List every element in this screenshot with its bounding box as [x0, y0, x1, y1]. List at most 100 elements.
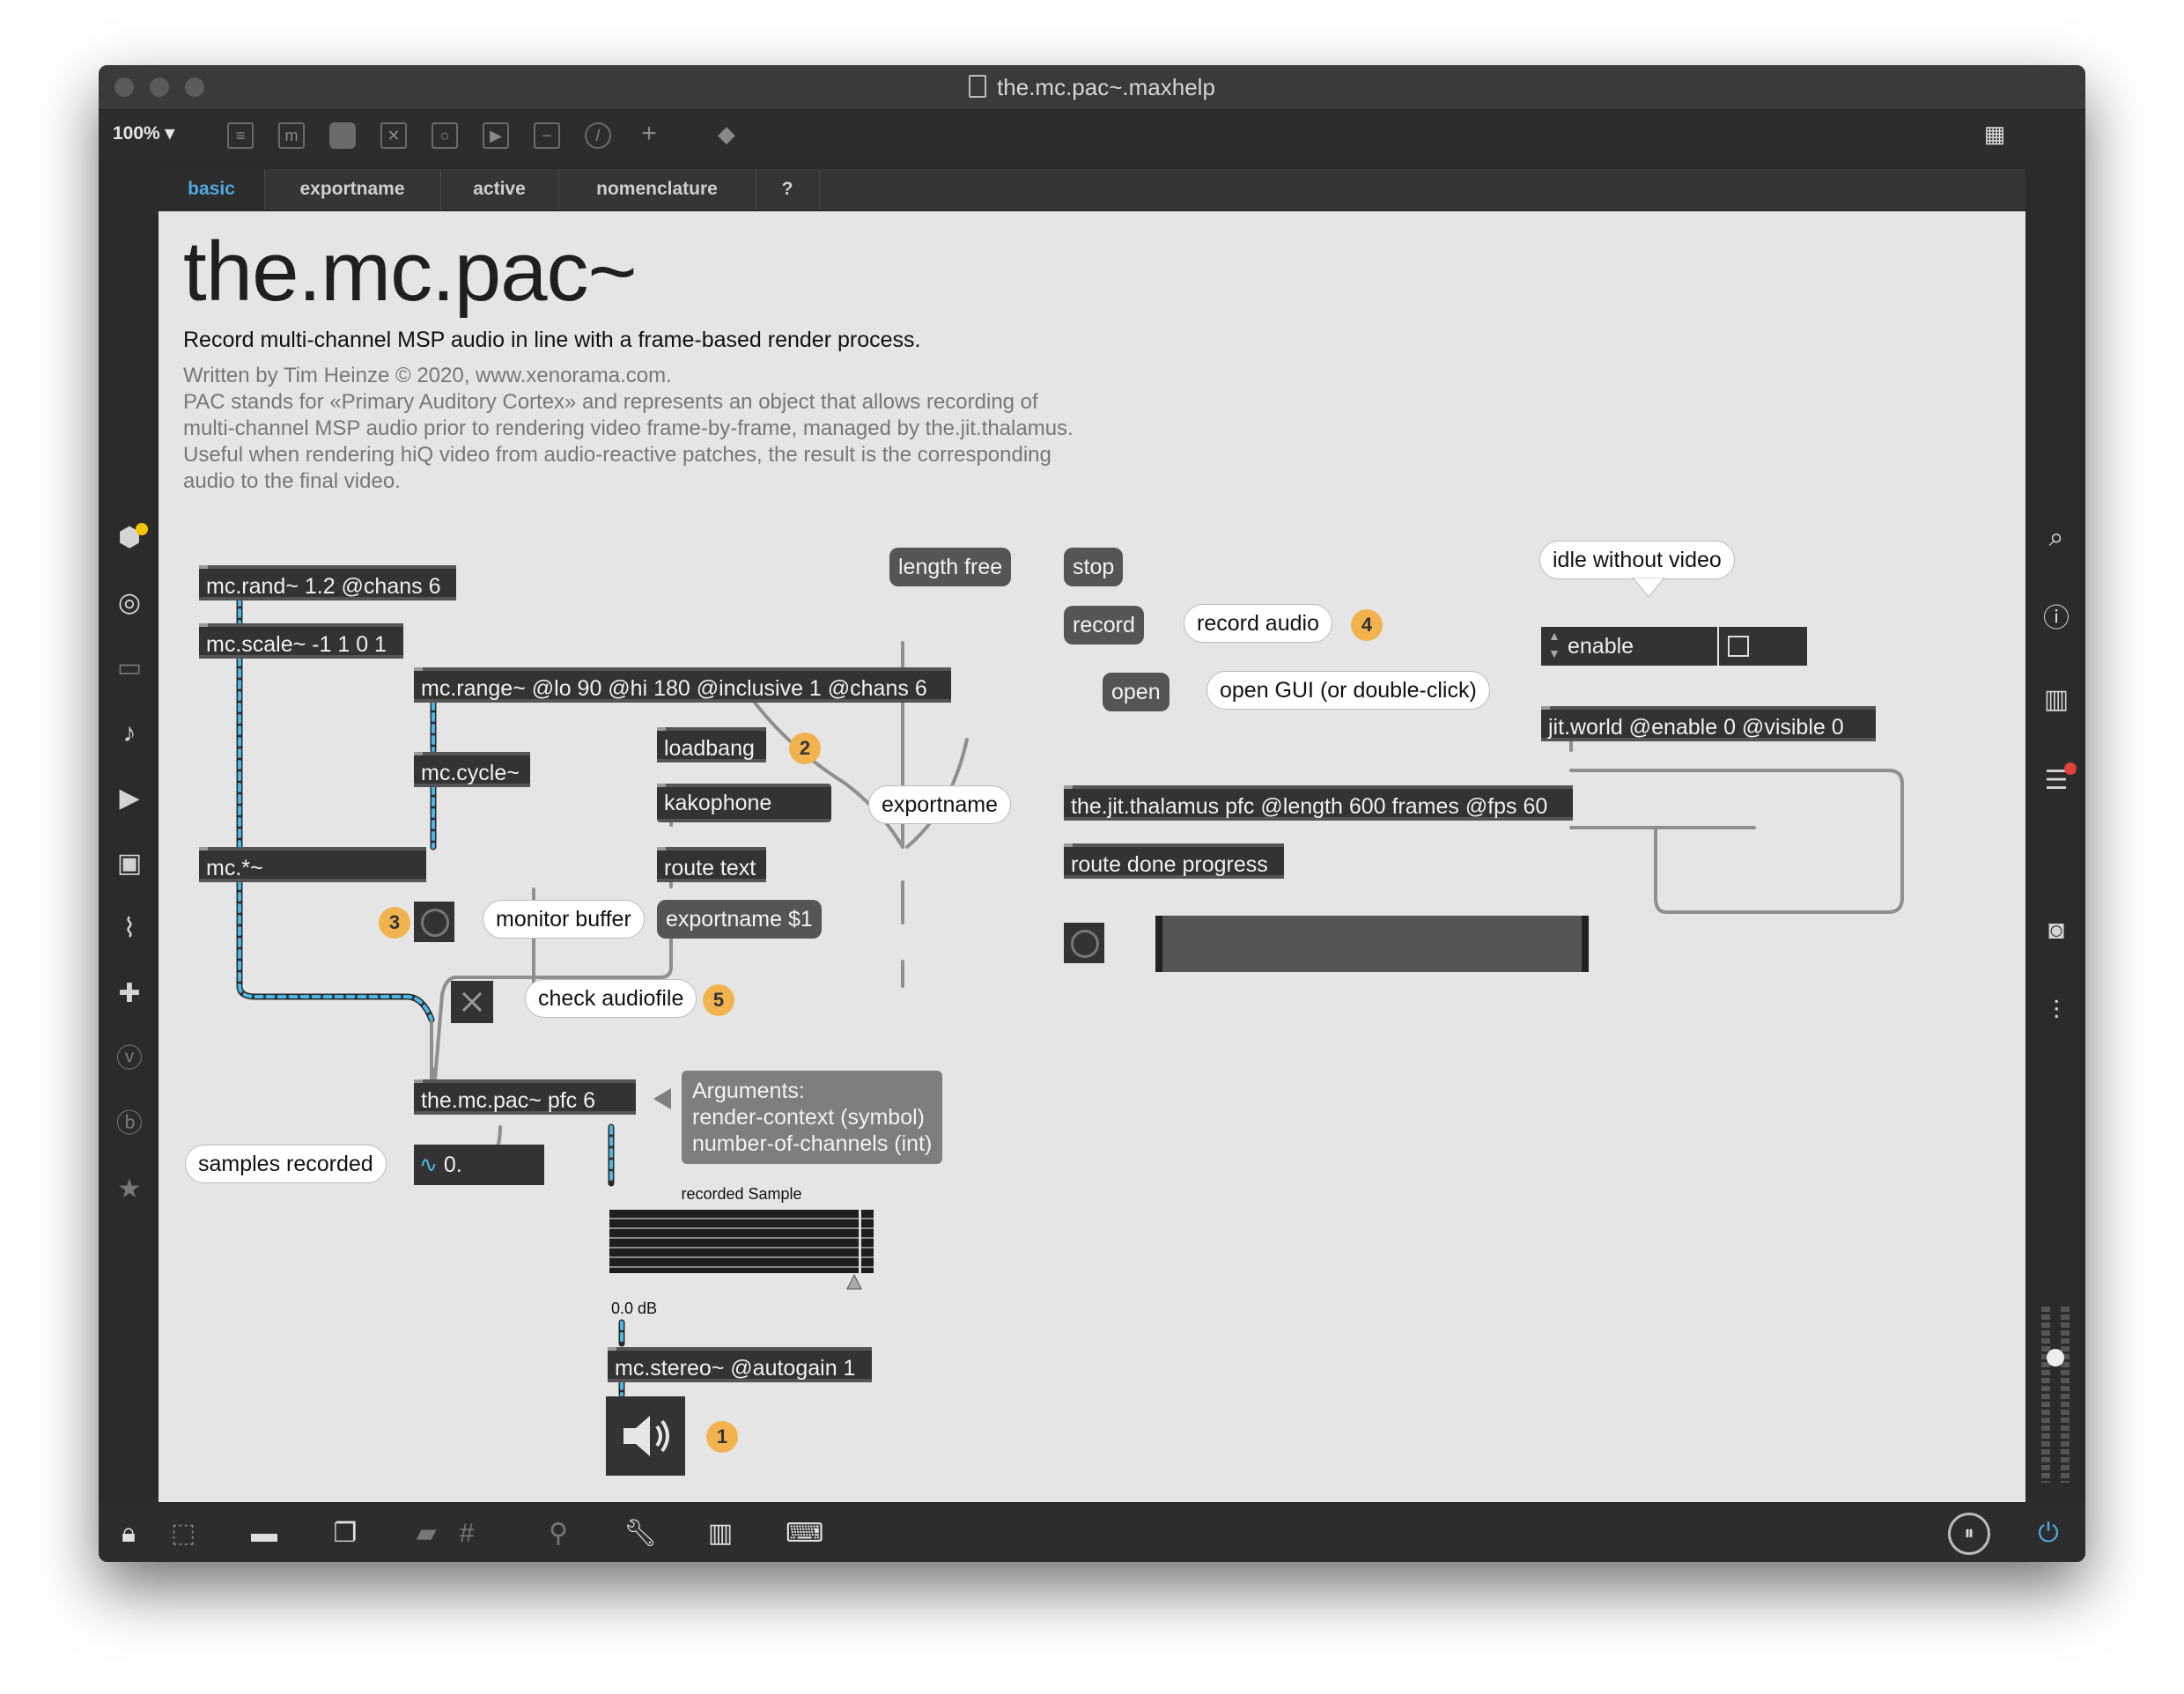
exportname-comment: exportname — [868, 785, 1012, 824]
mc-stereo-object[interactable]: mc.stereo~ @autogain 1 — [608, 1347, 872, 1382]
document-icon — [969, 75, 987, 98]
new-message-icon[interactable]: m — [278, 122, 305, 149]
loadbang-object[interactable]: loadbang — [657, 727, 766, 762]
play-media-icon[interactable]: ▶ — [114, 784, 144, 814]
tab-exportname[interactable]: exportname — [264, 169, 441, 210]
check-audiofile-comment: check audiofile — [525, 979, 697, 1018]
keyboard-icon[interactable]: ⌨ — [786, 1518, 823, 1550]
tab-basic[interactable]: basic — [159, 169, 265, 210]
info-icon[interactable]: ⓘ — [2041, 604, 2071, 634]
wrench-icon[interactable]: 🔧︎ — [623, 1518, 657, 1550]
mc-rand-object[interactable]: mc.rand~ 1.2 @chans 6 — [199, 565, 456, 600]
dial-object-icon[interactable]: / — [585, 122, 611, 149]
bang-circle-icon — [421, 909, 449, 937]
monitor-buffer-bang[interactable] — [414, 902, 454, 942]
signal-wave-icon: ∿ — [419, 1153, 444, 1177]
bottom-toolbar: 🔒︎ ⬚ ▬ ❐ ▰ # ⚲ 🔧︎ ▥ ⌨ ⏸ ⏻ — [99, 1502, 2085, 1562]
paint-bucket-icon[interactable]: ◆ — [713, 122, 740, 149]
snap-icon[interactable]: ⚲ — [542, 1518, 574, 1550]
toolbar: 100% ▾ ≡ m ✕ ○ ▶ − / + ◆ ▦ — [99, 110, 2085, 159]
samples-number-box[interactable]: ∿ 0. — [414, 1145, 544, 1185]
piano-icon[interactable]: ▥ — [705, 1518, 736, 1550]
cpu-meter-icon[interactable]: ⏸ — [1948, 1513, 1990, 1555]
ezdac-button[interactable] — [606, 1396, 685, 1476]
vizzie-icon[interactable]: ⓥ — [114, 1044, 144, 1074]
notification-dot — [136, 523, 148, 535]
image-icon[interactable]: ▣ — [114, 849, 144, 879]
dsp-power-icon[interactable]: ⏻ — [2033, 1518, 2064, 1550]
zoom-menu[interactable]: 100% ▾ — [113, 122, 174, 144]
exportname-message[interactable]: exportname $1 — [657, 900, 822, 939]
mc-multiply-object[interactable]: mc.*~ — [199, 847, 426, 882]
grid-view-icon[interactable]: ▦ — [1981, 122, 2008, 149]
mc-pac-object[interactable]: the.mc.pac~ pfc 6 — [414, 1079, 636, 1115]
route-text-object[interactable]: route text — [657, 847, 766, 882]
mc-scale-object[interactable]: mc.scale~ -1 1 0 1 — [199, 623, 403, 659]
console-alert-dot — [2064, 762, 2077, 775]
button-object-icon[interactable]: ✕ — [380, 122, 407, 149]
music-note-icon[interactable]: ♪ — [114, 718, 144, 748]
checkbox-icon — [1728, 636, 1749, 657]
open-message[interactable]: open — [1103, 673, 1169, 711]
windows-icon[interactable]: ❐ — [329, 1518, 361, 1550]
new-comment-icon[interactable] — [329, 122, 356, 149]
mc-range-object[interactable]: mc.range~ @lo 90 @hi 180 @inclusive 1 @c… — [414, 667, 951, 703]
route-done-progress-object[interactable]: route done progress — [1064, 843, 1284, 879]
progress-slider[interactable] — [1155, 916, 1589, 972]
target-icon[interactable]: ◎ — [114, 588, 144, 618]
arguments-heading: Arguments: — [692, 1079, 805, 1103]
cross-icon — [461, 991, 483, 1013]
presentation-select-icon[interactable]: ⬚ — [167, 1518, 199, 1550]
reference-book-icon[interactable]: ▥ — [2041, 685, 2071, 715]
volume-knob[interactable] — [2047, 1349, 2064, 1366]
grid-icon[interactable]: # — [451, 1518, 483, 1550]
stop-message[interactable]: stop — [1064, 548, 1124, 586]
tab-help[interactable]: ? — [756, 169, 820, 210]
title-bar: the.mc.pac~.maxhelp — [99, 65, 2085, 110]
done-bang[interactable] — [1064, 923, 1104, 963]
film-icon[interactable]: ▭ — [114, 653, 144, 683]
search-icon[interactable]: ⌕ — [2041, 523, 2071, 553]
kakophone-textedit[interactable]: kakophone — [657, 784, 831, 822]
plugin-icon[interactable]: ✚ — [114, 979, 144, 1009]
arguments-note: Arguments: render-context (symbol) numbe… — [682, 1071, 943, 1164]
thalamus-object[interactable]: the.jit.thalamus pfc @length 600 frames … — [1064, 785, 1573, 821]
toggle-object-icon[interactable]: ○ — [432, 122, 458, 149]
camera-icon[interactable]: ◙ — [2041, 916, 2071, 946]
step-badge-4: 4 — [1351, 609, 1383, 641]
window-title: the.mc.pac~.maxhelp — [99, 74, 2085, 101]
record-audio-comment: record audio — [1184, 604, 1332, 643]
length-free-message[interactable]: length free — [889, 548, 1012, 586]
meter-left — [2041, 1307, 2050, 1483]
jit-world-object[interactable]: jit.world @enable 0 @visible 0 — [1541, 706, 1876, 741]
gain-handle-icon[interactable] — [845, 1273, 863, 1291]
patch-canvas[interactable]: the.mc.pac~ Record multi-channel MSP aud… — [159, 211, 2025, 1502]
tab-active[interactable]: active — [440, 169, 559, 210]
mc-cycle-object[interactable]: mc.cycle~ — [414, 752, 530, 787]
lock-icon[interactable]: 🔒︎ — [113, 1518, 144, 1550]
enable-attrui[interactable]: ▲ ▼ enable — [1541, 627, 1717, 666]
hide-icon[interactable]: ▰ — [410, 1518, 442, 1550]
presentation-mode-icon[interactable]: ▬ — [248, 1518, 280, 1550]
new-object-icon[interactable]: ≡ — [227, 122, 254, 149]
media-object-icon[interactable]: ▶ — [483, 122, 509, 149]
add-object-icon[interactable]: + — [636, 121, 662, 149]
recorded-sample-waveform[interactable] — [609, 1210, 874, 1273]
tab-nomenclature[interactable]: nomenclature — [558, 169, 756, 210]
check-audiofile-button[interactable] — [451, 981, 493, 1023]
idle-without-video-comment: idle without video — [1539, 541, 1735, 579]
monitor-buffer-comment: monitor buffer — [483, 900, 645, 939]
beap-icon[interactable]: ⓑ — [114, 1109, 144, 1139]
paperclip-icon[interactable]: ⌇ — [114, 914, 144, 944]
left-sidebar: ⬢ ◎ ▭ ♪ ▶ ▣ ⌇ ✚ ⓥ ⓑ ★ — [99, 523, 159, 1227]
gain-label: 0.0 dB — [611, 1300, 658, 1317]
slider-object-icon[interactable]: − — [534, 122, 560, 149]
mixer-icon[interactable]: ⫶ — [2041, 997, 2071, 1027]
enable-checkbox[interactable] — [1719, 627, 1807, 666]
speaker-icon — [623, 1416, 669, 1456]
argument-line: render-context (symbol) — [692, 1105, 925, 1130]
audio-level-meter[interactable] — [2041, 1307, 2075, 1483]
record-message[interactable]: record — [1064, 606, 1144, 644]
help-tabs: basic exportname active nomenclature ? — [159, 169, 2025, 210]
star-icon[interactable]: ★ — [114, 1175, 144, 1204]
